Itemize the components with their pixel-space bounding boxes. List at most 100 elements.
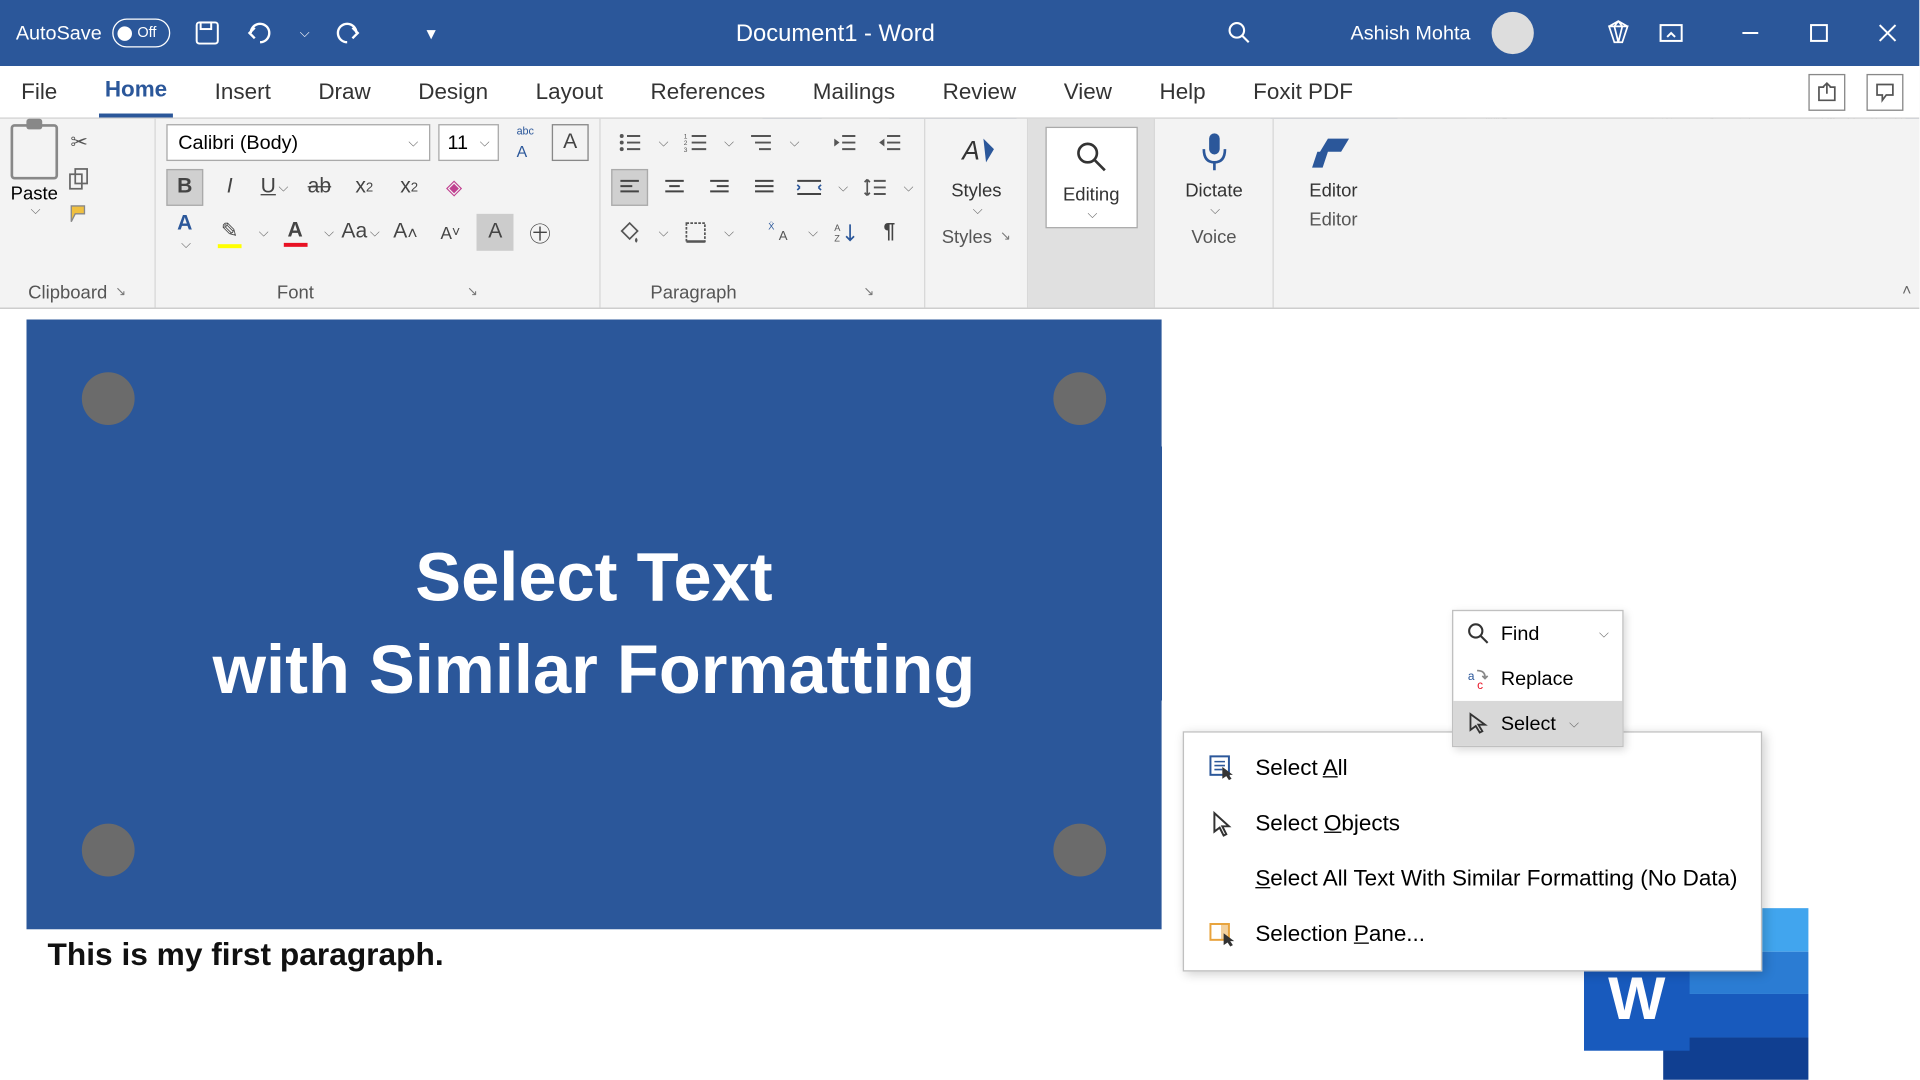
character-border-icon[interactable]: A: [552, 124, 589, 161]
search-icon[interactable]: [1224, 17, 1256, 49]
clipboard-label: Clipboard: [28, 281, 107, 302]
tab-help[interactable]: Help: [1154, 68, 1211, 116]
bullets-icon[interactable]: [611, 124, 648, 161]
clipboard-launcher-icon[interactable]: ↘: [115, 284, 126, 299]
select-menu-item[interactable]: Select⌵: [1453, 701, 1622, 746]
user-name[interactable]: Ashish Mohta: [1351, 22, 1471, 44]
tab-layout[interactable]: Layout: [530, 68, 608, 116]
redo-icon[interactable]: [331, 17, 363, 49]
text-box-shape[interactable]: Select Text with Similar Formatting: [26, 319, 1161, 929]
font-name-selector[interactable]: Calibri (Body)⌵: [166, 124, 430, 161]
tab-design[interactable]: Design: [413, 68, 493, 116]
tab-file[interactable]: File: [16, 68, 63, 116]
character-shading-icon[interactable]: A: [477, 214, 514, 251]
tab-review[interactable]: Review: [937, 68, 1021, 116]
copy-icon[interactable]: [66, 166, 92, 192]
highlight-icon[interactable]: ✎: [211, 214, 248, 251]
clear-formatting-icon[interactable]: ᵃᵇᶜA: [507, 124, 544, 161]
tab-foxit[interactable]: Foxit PDF: [1248, 68, 1358, 116]
paste-icon[interactable]: [11, 124, 59, 179]
select-similar-formatting-item[interactable]: Select All Text With Similar Formatting …: [1184, 851, 1761, 906]
tab-mailings[interactable]: Mailings: [808, 68, 901, 116]
collapse-ribbon-icon[interactable]: ˄: [1897, 276, 1917, 305]
change-case-icon[interactable]: Aa⌵: [342, 214, 379, 251]
bold-button[interactable]: B: [166, 169, 203, 206]
tab-home[interactable]: Home: [100, 66, 173, 117]
group-editor: Editor Editor: [1274, 119, 1393, 308]
text-fill-icon[interactable]: A⌵: [166, 214, 203, 251]
customize-qat-icon[interactable]: ▾: [415, 17, 447, 49]
subscript-button[interactable]: x2: [346, 169, 383, 206]
font-color-icon[interactable]: A: [277, 214, 314, 251]
asian-layout-icon[interactable]: X̂A: [761, 214, 798, 251]
minimize-icon[interactable]: [1734, 17, 1766, 49]
line-spacing-icon[interactable]: [856, 169, 893, 206]
font-size-selector[interactable]: 11⌵: [438, 124, 499, 161]
borders-icon[interactable]: [677, 214, 714, 251]
align-left-icon[interactable]: [611, 169, 648, 206]
dictate-button[interactable]: Dictate ⌵: [1166, 124, 1262, 223]
paragraph-launcher-icon[interactable]: ↘: [863, 284, 874, 299]
paste-button[interactable]: Paste: [11, 182, 58, 203]
svg-text:A: A: [960, 136, 980, 166]
tab-references[interactable]: References: [645, 68, 770, 116]
replace-menu-item[interactable]: ac Replace: [1453, 656, 1622, 701]
format-painter-icon[interactable]: [66, 203, 92, 229]
tab-insert[interactable]: Insert: [209, 68, 276, 116]
cut-icon[interactable]: ✂: [66, 129, 92, 155]
show-marks-icon[interactable]: ¶: [871, 214, 908, 251]
grow-font-icon[interactable]: A˄: [387, 214, 424, 251]
close-icon[interactable]: [1872, 17, 1904, 49]
tab-view[interactable]: View: [1058, 68, 1117, 116]
svg-text:X̂: X̂: [768, 222, 774, 232]
superscript-button[interactable]: x2: [391, 169, 428, 206]
shape-text[interactable]: Select Text with Similar Formatting: [213, 532, 976, 717]
undo-icon[interactable]: [244, 17, 276, 49]
numbering-icon[interactable]: 123: [677, 124, 714, 161]
editor-button[interactable]: Editor: [1285, 124, 1383, 206]
align-center-icon[interactable]: [656, 169, 693, 206]
styles-launcher-icon[interactable]: ↘: [1000, 229, 1011, 244]
tab-draw[interactable]: Draw: [313, 68, 376, 116]
decrease-indent-icon[interactable]: [826, 124, 863, 161]
document-paragraph[interactable]: This is my first paragraph.: [48, 937, 444, 974]
shrink-font-icon[interactable]: A˅: [432, 214, 469, 251]
justify-icon[interactable]: [746, 169, 783, 206]
resize-handle-icon[interactable]: [82, 372, 135, 425]
select-all-item[interactable]: Select All: [1184, 741, 1761, 796]
increase-indent-icon[interactable]: [871, 124, 908, 161]
svg-text:c: c: [1477, 678, 1483, 690]
align-right-icon[interactable]: [701, 169, 738, 206]
select-objects-item[interactable]: Select Objects: [1184, 796, 1761, 851]
save-icon[interactable]: [191, 17, 223, 49]
font-launcher-icon[interactable]: ↘: [467, 284, 478, 299]
styles-button[interactable]: A Styles ⌵: [936, 124, 1017, 223]
maximize-icon[interactable]: [1803, 17, 1835, 49]
share-icon[interactable]: [1808, 73, 1845, 110]
comments-icon[interactable]: [1866, 73, 1903, 110]
diamond-icon[interactable]: [1602, 17, 1634, 49]
underline-button[interactable]: U⌵: [256, 169, 293, 206]
ribbon-display-icon[interactable]: [1655, 17, 1687, 49]
italic-button[interactable]: I: [211, 169, 248, 206]
text-effects-icon[interactable]: ◈: [436, 169, 473, 206]
distributed-icon[interactable]: [791, 169, 828, 206]
editing-button[interactable]: Editing ⌵: [1045, 127, 1137, 229]
resize-handle-icon[interactable]: [1053, 824, 1106, 877]
strikethrough-button[interactable]: ab: [301, 169, 338, 206]
svg-text:3: 3: [683, 147, 687, 153]
resize-handle-icon[interactable]: [1053, 372, 1106, 425]
find-menu-item[interactable]: Find ⌵: [1453, 611, 1622, 656]
ribbon-tabs: File Home Insert Draw Design Layout Refe…: [0, 66, 1919, 119]
enclose-characters-icon[interactable]: ㊉: [522, 214, 559, 251]
sort-icon[interactable]: AZ: [826, 214, 863, 251]
selection-pane-item[interactable]: Selection Pane...: [1184, 907, 1761, 962]
autosave-toggle[interactable]: AutoSave Off: [16, 18, 171, 47]
group-editing: Editing ⌵ .: [1029, 119, 1156, 308]
shading-icon[interactable]: [611, 214, 648, 251]
resize-handle-icon[interactable]: [82, 824, 135, 877]
multilevel-list-icon[interactable]: [742, 124, 779, 161]
group-clipboard: Paste ⌵ ✂ Clipboard↘: [0, 119, 156, 308]
user-avatar-icon[interactable]: [1492, 12, 1534, 54]
group-styles: A Styles ⌵ Styles↘: [926, 119, 1029, 308]
